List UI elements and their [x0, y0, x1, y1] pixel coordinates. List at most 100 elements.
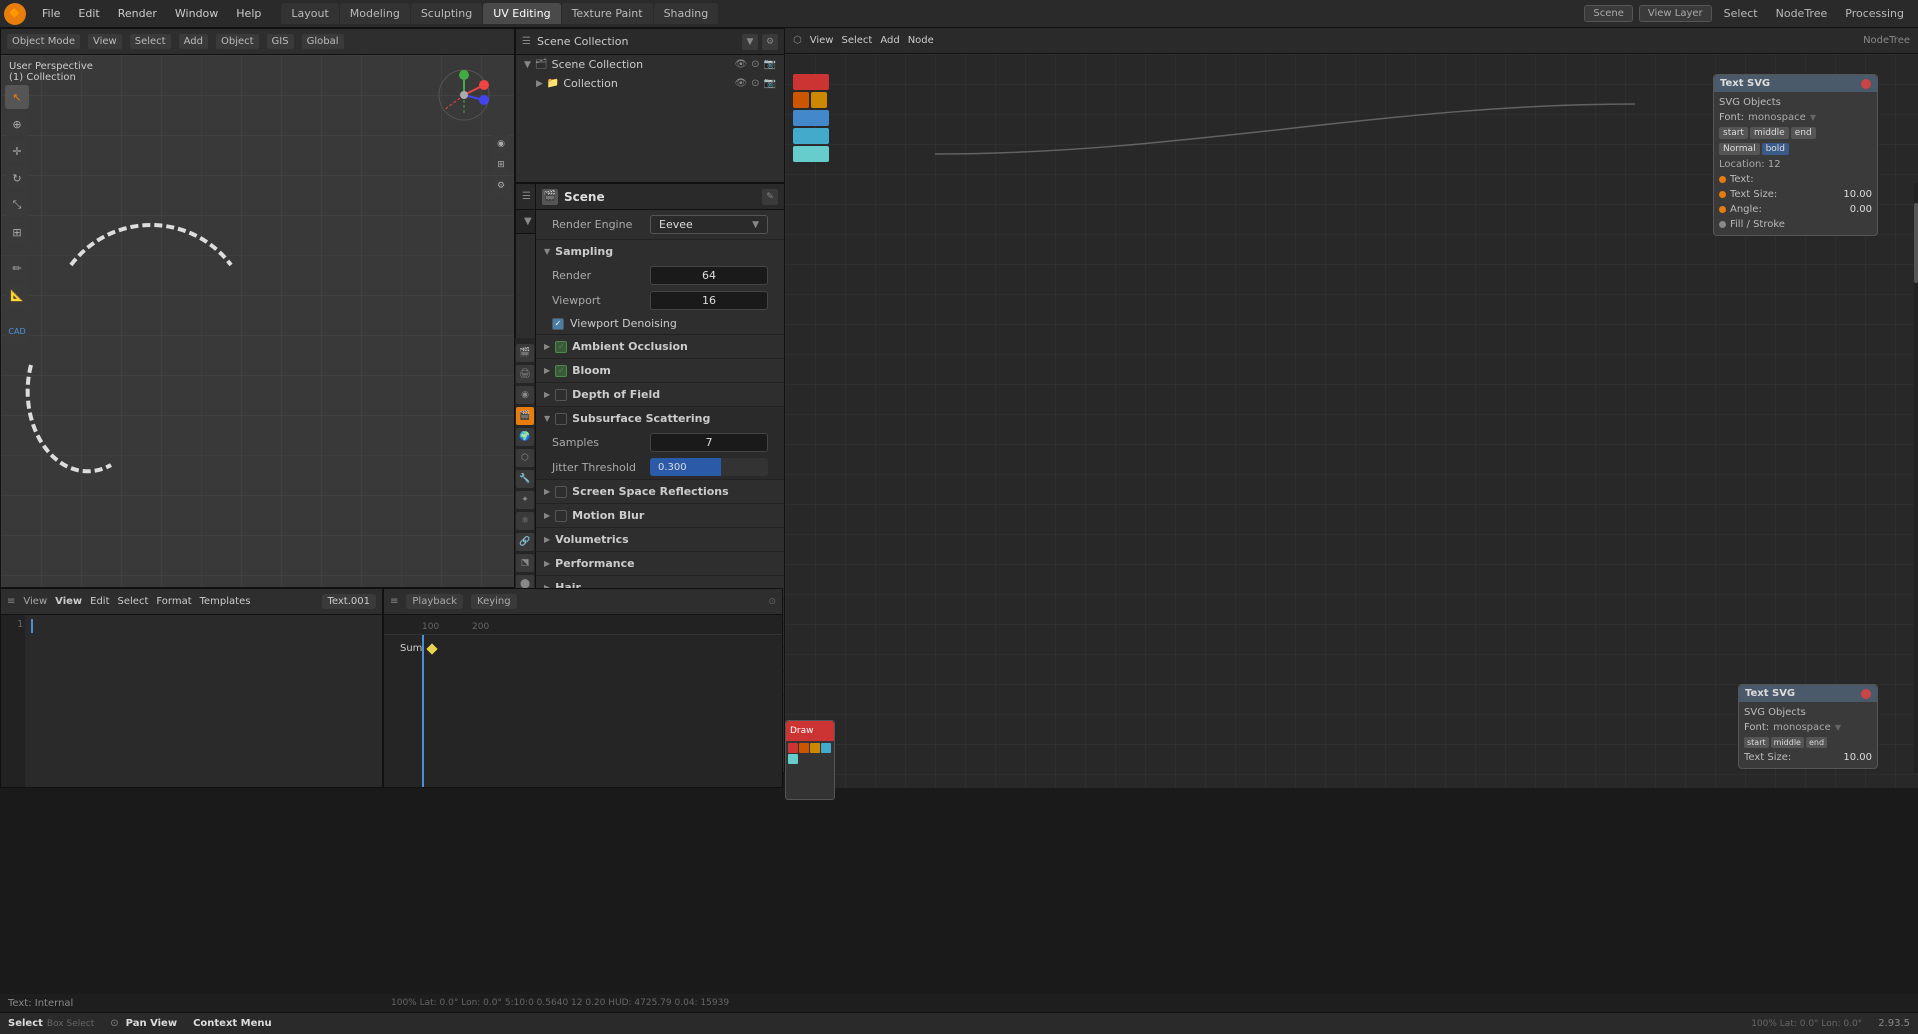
tab-modeling[interactable]: Modeling — [340, 3, 410, 24]
gis-menu[interactable]: GIS — [267, 34, 294, 49]
menu-file[interactable]: File — [34, 4, 68, 23]
node-close-btn[interactable] — [1861, 79, 1871, 89]
viewport-value[interactable]: 16 — [650, 291, 768, 310]
view-btn[interactable]: View — [810, 35, 834, 46]
sss-header[interactable]: ▼ Subsurface Scattering — [536, 407, 784, 430]
draw-color-teal[interactable] — [788, 754, 798, 764]
outliner-refresh-btn[interactable]: ⚙ — [762, 34, 778, 50]
prop-icon-view[interactable]: ◉ — [516, 386, 534, 404]
scene-settings-btn[interactable]: ✎ — [762, 189, 778, 205]
outliner-item-collection[interactable]: ▶ 📁 Collection 👁⊙📷 — [516, 74, 784, 93]
render-value[interactable]: 64 — [650, 266, 768, 285]
select-menu[interactable]: Select — [130, 34, 171, 49]
prop-icon-data[interactable]: ⬔ — [516, 554, 534, 572]
move-tool[interactable]: ✛ — [5, 139, 29, 163]
keying-dropdown[interactable]: Keying — [471, 594, 517, 609]
object-menu[interactable]: Object — [216, 34, 259, 49]
ambient-occlusion-header[interactable]: ▶ ✓ Ambient Occlusion — [536, 335, 784, 358]
mini-close-btn[interactable] — [1861, 689, 1871, 699]
dof-header[interactable]: ▶ Depth of Field — [536, 383, 784, 406]
jitter-slider[interactable]: 0.300 — [650, 458, 768, 476]
annotate-tool[interactable]: ✏ — [5, 256, 29, 280]
global-dropdown[interactable]: Global — [302, 34, 344, 49]
text-file-name[interactable]: Text.001 — [322, 594, 377, 609]
prop-icon-output[interactable]: 🖨 — [516, 365, 534, 383]
align-end-btn[interactable]: end — [1791, 127, 1816, 139]
bloom-checkbox[interactable]: ✓ — [555, 365, 567, 377]
volumetrics-header[interactable]: ▶ Volumetrics — [536, 528, 784, 551]
color-swatch-orange[interactable] — [793, 92, 809, 108]
tab-sculpting[interactable]: Sculpting — [411, 3, 482, 24]
viewport-content[interactable]: User Perspective (1) Collection ↖ ⊕ ✛ ↻ … — [1, 55, 514, 587]
mini-font-value[interactable]: monospace — [1773, 722, 1831, 733]
cursor-tool[interactable]: ⊕ — [5, 112, 29, 136]
align-start-btn[interactable]: start — [1719, 127, 1748, 139]
gizmo[interactable] — [434, 65, 494, 125]
color-swatch-red[interactable] — [793, 74, 829, 90]
draw-color-red[interactable] — [788, 743, 798, 753]
select-menu-te[interactable]: Select — [118, 596, 149, 607]
select-tool[interactable]: ↖ — [5, 85, 29, 109]
cad-tool[interactable]: CAD — [5, 319, 29, 343]
menu-edit[interactable]: Edit — [70, 4, 107, 23]
node-canvas[interactable]: Text SVG SVG Objects Font: monospace ▼ s… — [785, 54, 1918, 788]
tab-shading[interactable]: Shading — [654, 3, 719, 24]
templates-menu-te[interactable]: Templates — [200, 596, 251, 607]
mini-start-btn[interactable]: start — [1744, 737, 1769, 748]
ao-checkbox[interactable]: ✓ — [555, 341, 567, 353]
prop-icon-modifier[interactable]: 🔧 — [516, 470, 534, 488]
draw-color-cyan[interactable] — [821, 743, 831, 753]
mini-end-btn[interactable]: end — [1806, 737, 1827, 748]
style-normal-btn[interactable]: Normal — [1719, 143, 1760, 155]
menu-render[interactable]: Render — [110, 4, 165, 23]
align-middle-btn[interactable]: middle — [1750, 127, 1789, 139]
prop-icon-physics[interactable]: ⚛ — [516, 512, 534, 530]
style-bold-btn[interactable]: bold — [1762, 143, 1789, 155]
color-swatch-teal[interactable] — [793, 146, 829, 162]
dof-checkbox[interactable] — [555, 389, 567, 401]
timeline-content[interactable]: Sum — [384, 635, 782, 787]
playback-dropdown[interactable]: Playback — [406, 594, 463, 609]
sss-samples-value[interactable]: 7 — [650, 433, 768, 452]
menu-window[interactable]: Window — [167, 4, 226, 23]
view-menu[interactable]: View — [88, 34, 122, 49]
add-btn[interactable]: Add — [880, 35, 899, 46]
viewport-denoising-checkbox[interactable]: ✓ — [552, 318, 564, 330]
mini-middle-btn[interactable]: middle — [1771, 737, 1804, 748]
tab-layout[interactable]: Layout — [281, 3, 338, 24]
edit-menu-te[interactable]: Edit — [90, 596, 109, 607]
prop-icon-render[interactable]: 🎬 — [516, 344, 534, 362]
measure-tool[interactable]: 📐 — [5, 283, 29, 307]
svg-node-mini-header[interactable]: Text SVG — [1739, 685, 1877, 702]
prop-icon-world[interactable]: 🌍 — [516, 428, 534, 446]
performance-header[interactable]: ▶ Performance — [536, 552, 784, 575]
ssr-checkbox[interactable] — [555, 486, 567, 498]
sss-checkbox[interactable] — [555, 413, 567, 425]
view-menu-te[interactable]: View — [23, 596, 47, 607]
tab-uv-editing[interactable]: UV Editing — [483, 3, 560, 24]
ssr-header[interactable]: ▶ Screen Space Reflections — [536, 480, 784, 503]
render-engine-dropdown[interactable]: Eevee ▼ — [650, 215, 768, 234]
outliner-filter-btn[interactable]: ▼ — [742, 34, 758, 50]
prop-icon-particles[interactable]: ✦ — [516, 491, 534, 509]
prop-icon-scene[interactable]: 🎬 — [516, 407, 534, 425]
bloom-header[interactable]: ▶ ✓ Bloom — [536, 359, 784, 382]
format-menu-te[interactable]: Format — [156, 596, 191, 607]
text-editor-content[interactable] — [25, 615, 382, 787]
draw-color-amber[interactable] — [810, 743, 820, 753]
svg-node-main-header[interactable]: Text SVG — [1714, 75, 1877, 92]
tab-texture-paint[interactable]: Texture Paint — [562, 3, 653, 24]
scale-tool[interactable]: ⤡ — [5, 193, 29, 217]
mb-checkbox[interactable] — [555, 510, 567, 522]
properties-scrollbar-thumb[interactable] — [1914, 203, 1918, 283]
object-mode-dropdown[interactable]: Object Mode — [7, 34, 80, 49]
prop-icon-object[interactable]: ⬡ — [516, 449, 534, 467]
select-btn[interactable]: Select — [841, 35, 872, 46]
prop-icon-constraints[interactable]: 🔗 — [516, 533, 534, 551]
rotate-tool[interactable]: ↻ — [5, 166, 29, 190]
add-menu[interactable]: Add — [179, 34, 208, 49]
menu-help[interactable]: Help — [228, 4, 269, 23]
select-menu[interactable]: Select — [1718, 5, 1764, 22]
motion-blur-header[interactable]: ▶ Motion Blur — [536, 504, 784, 527]
transform-tool[interactable]: ⊞ — [5, 220, 29, 244]
